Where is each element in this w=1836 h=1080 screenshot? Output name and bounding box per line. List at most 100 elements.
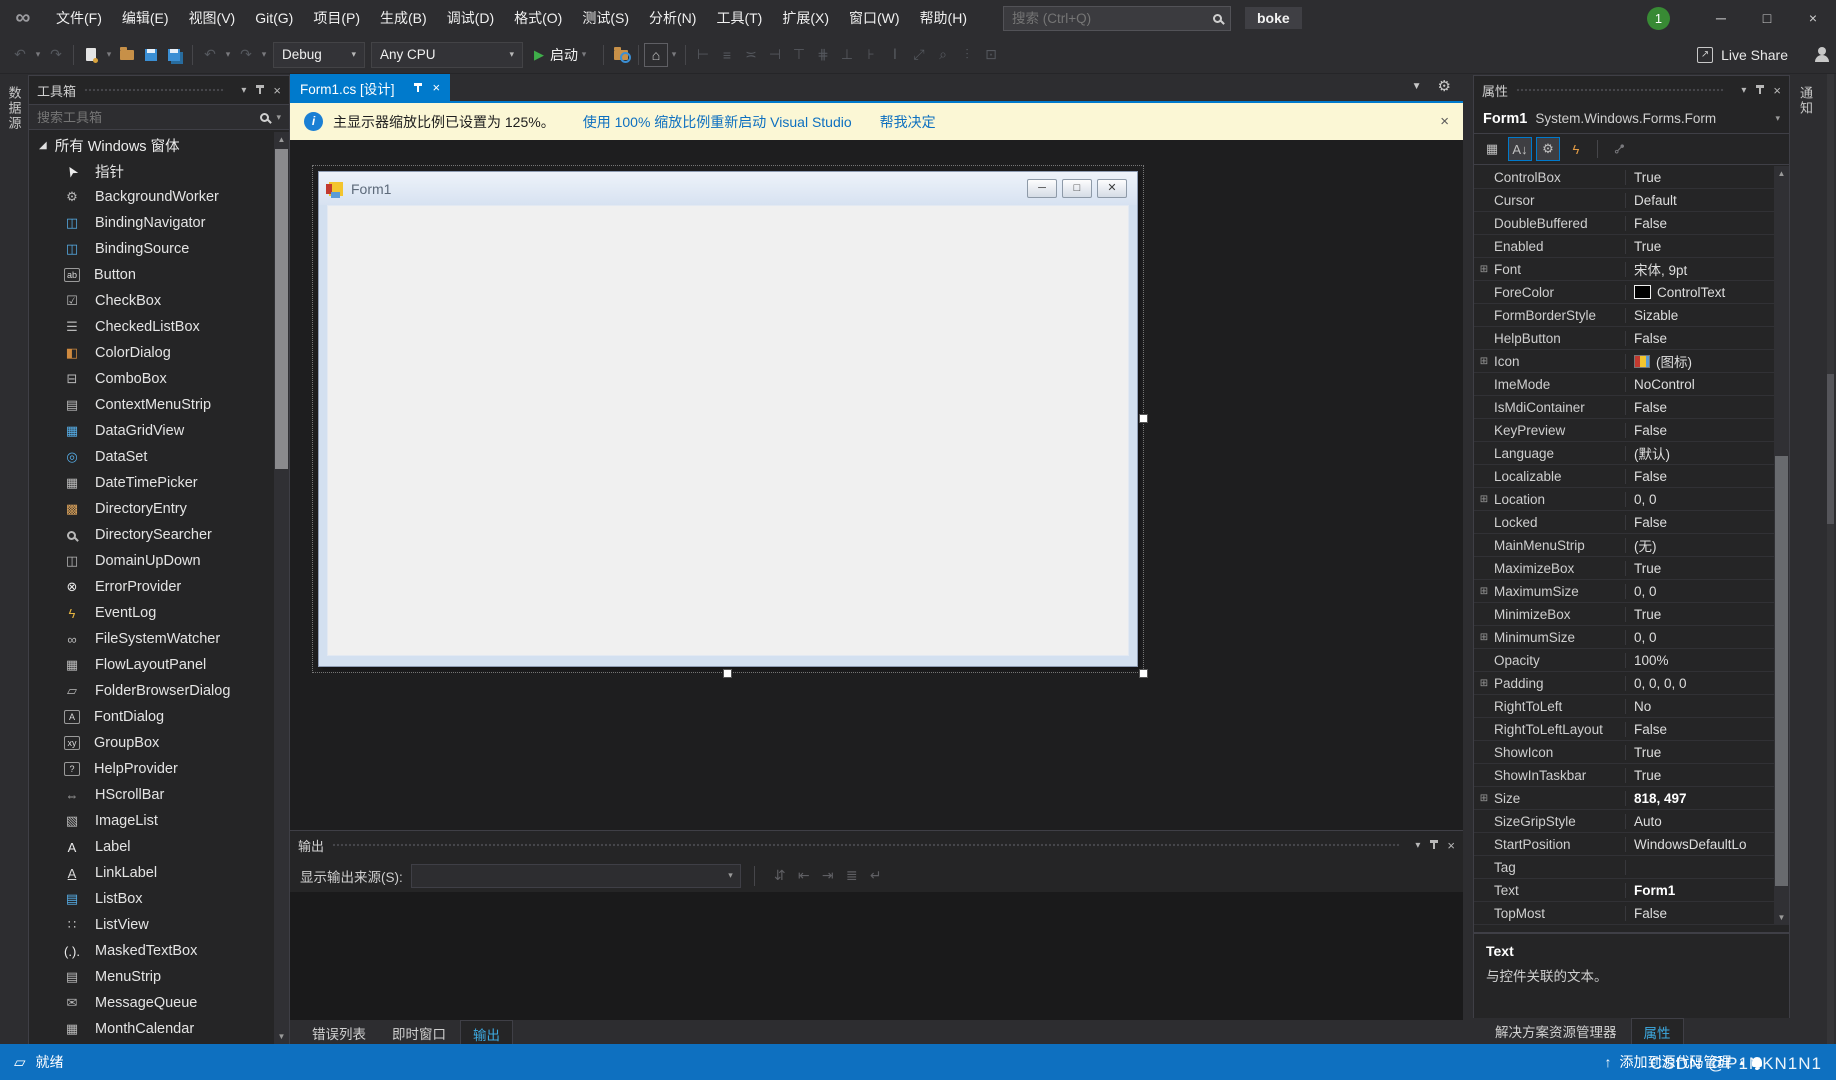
- menu-item[interactable]: 文件(F): [46, 0, 112, 36]
- property-value[interactable]: Auto: [1634, 814, 1662, 829]
- property-row[interactable]: ⊞ MinimumSize 0, 0: [1474, 626, 1774, 649]
- expander-icon[interactable]: ⊞: [1474, 793, 1494, 804]
- toolbox-item[interactable]: ✉ MessageQueue: [29, 990, 273, 1016]
- bottom-tab[interactable]: 即时窗口: [380, 1020, 458, 1046]
- close-icon[interactable]: ×: [273, 83, 281, 98]
- property-row[interactable]: FormBorderStyle Sizable: [1474, 304, 1774, 327]
- output-header[interactable]: 输出 ▾ ×: [290, 831, 1463, 859]
- property-value[interactable]: WindowsDefaultLo: [1634, 837, 1747, 852]
- right-panel-tab[interactable]: 解决方案资源管理器: [1483, 1018, 1629, 1044]
- form-designer-surface[interactable]: Form1 ─ □ ✕: [290, 140, 1463, 830]
- designed-form-window[interactable]: Form1 ─ □ ✕: [318, 171, 1148, 678]
- toolbox-item[interactable]: ◫ BindingNavigator: [29, 210, 273, 236]
- toolbox-item[interactable]: ⇔ HScrollBar: [29, 782, 273, 808]
- resize-handle-right[interactable]: [1139, 414, 1148, 423]
- property-value[interactable]: True: [1634, 607, 1661, 622]
- solution-configurations-dropdown[interactable]: Debug ▾: [273, 41, 365, 68]
- pin-icon[interactable]: [255, 84, 265, 96]
- scrollbar-thumb[interactable]: [1775, 456, 1788, 886]
- close-icon[interactable]: ×: [1447, 838, 1455, 853]
- pin-icon[interactable]: [1429, 839, 1439, 851]
- toolbox-item[interactable]: ⚙ BackgroundWorker: [29, 184, 273, 210]
- property-value[interactable]: (默认): [1634, 443, 1670, 463]
- properties-view-icon[interactable]: ⚙: [1536, 137, 1560, 161]
- property-value[interactable]: (图标): [1656, 351, 1692, 371]
- menu-item[interactable]: 调试(D): [437, 0, 504, 36]
- menu-item[interactable]: 视图(V): [179, 0, 246, 36]
- property-row[interactable]: RightToLeft No: [1474, 695, 1774, 718]
- property-row[interactable]: SizeGripStyle Auto: [1474, 810, 1774, 833]
- property-row[interactable]: TopMost False: [1474, 902, 1774, 925]
- property-row[interactable]: HelpButton False: [1474, 327, 1774, 350]
- property-value[interactable]: 0, 0: [1634, 492, 1657, 507]
- property-row[interactable]: ⊞ Padding 0, 0, 0, 0: [1474, 672, 1774, 695]
- output-tool-icon[interactable]: ↵: [864, 867, 888, 884]
- scroll-up-icon[interactable]: ▲: [274, 132, 289, 147]
- menu-item[interactable]: 测试(S): [572, 0, 639, 36]
- menu-item[interactable]: Git(G): [245, 0, 303, 36]
- toolbox-item[interactable]: ab Button: [29, 262, 273, 288]
- window-scrollbar[interactable]: [1827, 74, 1834, 1044]
- output-tool-icon[interactable]: ⇥: [816, 867, 840, 884]
- property-value[interactable]: 宋体, 9pt: [1634, 259, 1687, 279]
- notification-badge[interactable]: 1: [1647, 6, 1670, 30]
- gear-icon[interactable]: ⚙: [1438, 77, 1451, 95]
- property-row[interactable]: ImeMode NoControl: [1474, 373, 1774, 396]
- toolbox-item[interactable]: ◧ ColorDialog: [29, 340, 273, 366]
- resize-handle-bottom[interactable]: [723, 669, 732, 678]
- property-value[interactable]: True: [1634, 170, 1661, 185]
- property-row[interactable]: Language (默认): [1474, 442, 1774, 465]
- alphabetical-sort-icon[interactable]: A↓: [1508, 137, 1532, 161]
- toolbox-item[interactable]: DirectorySearcher: [29, 522, 273, 548]
- property-row[interactable]: Opacity 100%: [1474, 649, 1774, 672]
- property-value[interactable]: True: [1634, 745, 1661, 760]
- new-project-icon[interactable]: [80, 42, 102, 68]
- scrollbar-thumb[interactable]: [275, 149, 288, 469]
- property-row[interactable]: MaximizeBox True: [1474, 557, 1774, 580]
- property-value[interactable]: 0, 0: [1634, 630, 1657, 645]
- property-value[interactable]: 100%: [1634, 653, 1669, 668]
- events-lightning-icon[interactable]: ϟ: [1564, 137, 1588, 161]
- property-value[interactable]: False: [1634, 400, 1667, 415]
- open-file-icon[interactable]: [116, 42, 138, 68]
- startup-page-icon[interactable]: ⌂: [644, 42, 668, 67]
- property-row[interactable]: DoubleBuffered False: [1474, 212, 1774, 235]
- navigate-back-icon[interactable]: ↶: [9, 42, 31, 68]
- toolbox-item[interactable]: ➤ 指针: [29, 158, 273, 184]
- undo-dropdown-icon[interactable]: ▾: [223, 42, 233, 68]
- minimize-button[interactable]: ─: [1698, 0, 1744, 36]
- pin-icon[interactable]: [1755, 84, 1765, 96]
- toolbox-item[interactable]: ? HelpProvider: [29, 756, 273, 782]
- property-value[interactable]: False: [1634, 515, 1667, 530]
- toolbox-item[interactable]: ∞ FileSystemWatcher: [29, 626, 273, 652]
- quick-search-box[interactable]: [1003, 5, 1231, 31]
- chevron-down-icon[interactable]: ▾: [276, 112, 281, 123]
- property-value[interactable]: False: [1634, 906, 1667, 921]
- property-row[interactable]: MainMenuStrip (无): [1474, 534, 1774, 557]
- property-value[interactable]: (无): [1634, 535, 1657, 555]
- expander-icon[interactable]: ⊞: [1474, 494, 1494, 505]
- property-value[interactable]: No: [1634, 699, 1651, 714]
- toolbox-item[interactable]: ∷ ListView: [29, 912, 273, 938]
- restart-100-link[interactable]: 使用 100% 缩放比例重新启动 Visual Studio: [583, 112, 852, 132]
- window-position-icon[interactable]: ▾: [1741, 85, 1746, 96]
- new-dropdown-icon[interactable]: ▾: [104, 42, 114, 68]
- toolbox-item[interactable]: ◫ DomainUpDown: [29, 548, 273, 574]
- toolbox-item[interactable]: A FontDialog: [29, 704, 273, 730]
- toolbox-item[interactable]: ☑ CheckBox: [29, 288, 273, 314]
- toolbox-item[interactable]: ◫ BindingSource: [29, 236, 273, 262]
- form-client-area[interactable]: [327, 205, 1129, 656]
- expander-icon[interactable]: ⊞: [1474, 632, 1494, 643]
- toolbox-item[interactable]: ▱ FolderBrowserDialog: [29, 678, 273, 704]
- expander-icon[interactable]: ⊞: [1474, 264, 1494, 275]
- toolbox-search-input[interactable]: [37, 109, 261, 125]
- toolbox-item[interactable]: ▦ FlowLayoutPanel: [29, 652, 273, 678]
- window-position-icon[interactable]: ▾: [1415, 840, 1420, 851]
- property-row[interactable]: KeyPreview False: [1474, 419, 1774, 442]
- close-tab-icon[interactable]: ×: [433, 80, 441, 95]
- scroll-up-icon[interactable]: ▲: [1774, 166, 1789, 181]
- toolbox-item[interactable]: ▦ DataGridView: [29, 418, 273, 444]
- toolbox-item[interactable]: ▦ MonthCalendar: [29, 1016, 273, 1042]
- toolbox-item[interactable]: A LinkLabel: [29, 860, 273, 886]
- toolbox-item[interactable]: ϟ EventLog: [29, 600, 273, 626]
